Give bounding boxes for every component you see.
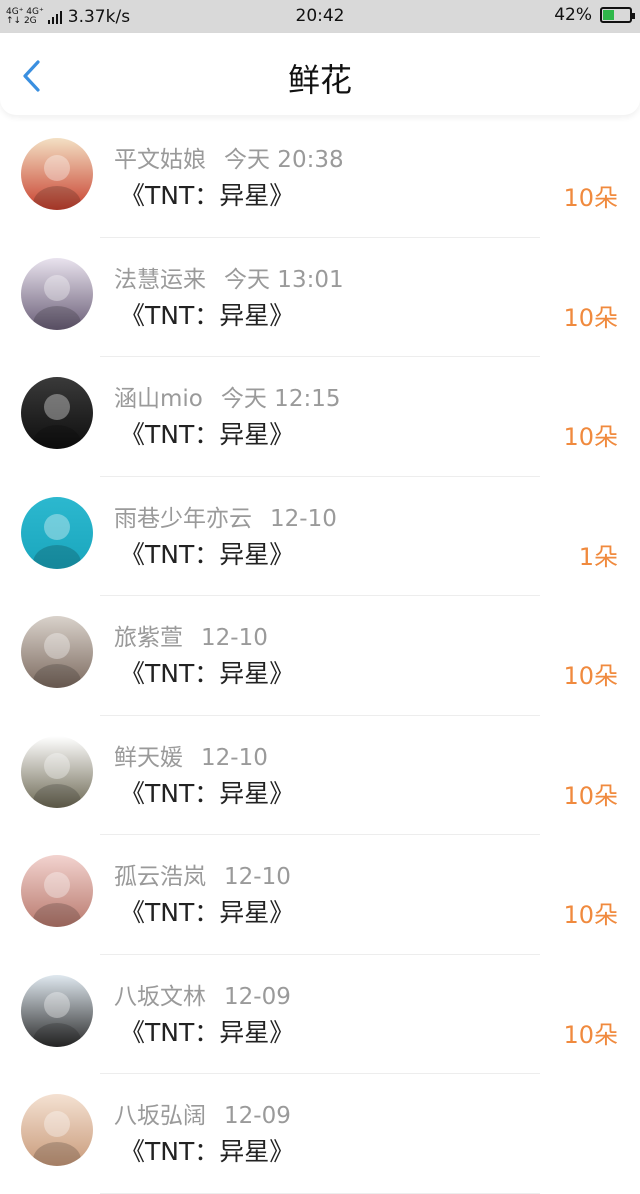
user-name[interactable]: 鲜天媛 xyxy=(114,745,183,771)
list-item[interactable]: 涵山mio 今天 12:15 《TNT：异星》 10朵 xyxy=(0,357,640,477)
avatar[interactable] xyxy=(21,974,93,1047)
timestamp: 今天 20:38 xyxy=(224,147,344,173)
user-name[interactable]: 孤云浩岚 xyxy=(114,864,206,890)
item-header: 旅紫萱 12-10 xyxy=(114,618,268,652)
avatar[interactable] xyxy=(21,138,93,210)
timestamp: 12-10 xyxy=(270,505,337,532)
signal-icon xyxy=(47,10,62,24)
item-header: 鲜天媛 12-10 xyxy=(114,738,268,772)
network-indicator: 4G⁺ 4G⁺ ↑↓ 2G xyxy=(6,7,44,26)
user-name[interactable]: 八坂弘阔 xyxy=(114,1103,206,1129)
timestamp: 12-10 xyxy=(224,864,291,890)
user-name[interactable]: 雨巷少年亦云 xyxy=(114,506,252,532)
flower-count: 10朵 xyxy=(563,303,618,332)
book-title[interactable]: 《TNT：异星》 xyxy=(120,893,294,929)
status-bar: 4G⁺ 4G⁺ ↑↓ 2G 3.37k/s 20:42 42% xyxy=(0,0,640,33)
timestamp: 12-10 xyxy=(201,744,268,771)
network-bottom: ↑↓ 2G xyxy=(6,15,37,26)
book-title[interactable]: 《TNT：异星》 xyxy=(120,1013,294,1049)
timestamp: 12-09 xyxy=(224,983,291,1010)
book-title[interactable]: 《TNT：异星》 xyxy=(120,296,294,332)
item-header: 八坂文林 12-09 xyxy=(114,977,291,1011)
list-item[interactable]: 八坂弘阔 12-09 《TNT：异星》 xyxy=(0,1074,640,1194)
flower-list: 平文姑娘 今天 20:38 《TNT：异星》 10朵 法慧运来 今天 13:01 《… xyxy=(0,118,640,1194)
list-item[interactable]: 八坂文林 12-09 《TNT：异星》 10朵 xyxy=(0,955,640,1074)
list-item[interactable]: 鲜天媛 12-10 《TNT：异星》 10朵 xyxy=(0,716,640,835)
user-name[interactable]: 平文姑娘 xyxy=(114,147,206,173)
user-name[interactable]: 法慧运来 xyxy=(114,267,206,293)
book-title[interactable]: 《TNT：异星》 xyxy=(120,1132,294,1168)
battery-icon xyxy=(600,7,635,23)
avatar[interactable] xyxy=(21,377,93,449)
user-name[interactable]: 八坂文林 xyxy=(114,984,206,1010)
book-title[interactable]: 《TNT：异星》 xyxy=(120,535,294,571)
back-button[interactable] xyxy=(18,59,48,93)
page-title: 鲜花 xyxy=(287,61,352,99)
item-header: 平文姑娘 今天 20:38 xyxy=(114,140,344,174)
timestamp: 今天 13:01 xyxy=(224,266,344,293)
item-header: 法慧运来 今天 13:01 xyxy=(114,260,344,294)
network-speed: 3.37k/s xyxy=(67,6,131,27)
avatar[interactable] xyxy=(21,616,93,688)
book-title[interactable]: 《TNT：异星》 xyxy=(120,176,294,212)
list-item[interactable]: 旅紫萱 12-10 《TNT：异星》 10朵 xyxy=(0,596,640,716)
navigation-bar: 鲜花 xyxy=(0,33,640,115)
back-arrow-icon xyxy=(23,60,40,92)
avatar[interactable] xyxy=(21,735,93,808)
flower-count: 10朵 xyxy=(563,781,618,810)
divider xyxy=(100,1192,540,1194)
avatar[interactable] xyxy=(21,257,93,330)
book-title[interactable]: 《TNT：异星》 xyxy=(120,654,294,690)
flower-count: 10朵 xyxy=(563,1020,618,1049)
item-header: 雨巷少年亦云 12-10 xyxy=(114,499,337,533)
user-name[interactable]: 旅紫萱 xyxy=(114,625,183,651)
item-header: 涵山mio 今天 12:15 xyxy=(114,379,340,413)
flower-count: 10朵 xyxy=(563,423,618,451)
timestamp: 12-10 xyxy=(201,625,268,651)
list-item[interactable]: 法慧运来 今天 13:01 《TNT：异星》 10朵 xyxy=(0,238,640,357)
flower-count: 10朵 xyxy=(563,901,618,929)
item-header: 孤云浩岚 12-10 xyxy=(114,857,291,891)
flower-count: 1朵 xyxy=(578,542,618,571)
flower-count: 10朵 xyxy=(563,184,618,212)
avatar[interactable] xyxy=(21,1094,93,1166)
list-item[interactable]: 平文姑娘 今天 20:38 《TNT：异星》 10朵 xyxy=(0,118,640,238)
user-name[interactable]: 涵山mio xyxy=(114,386,203,412)
book-title[interactable]: 《TNT：异星》 xyxy=(120,774,294,810)
timestamp: 今天 12:15 xyxy=(220,386,341,412)
avatar[interactable] xyxy=(21,496,93,569)
timestamp: 12-09 xyxy=(224,1103,291,1129)
status-left: 4G⁺ 4G⁺ ↑↓ 2G 3.37k/s xyxy=(0,7,130,27)
battery-percent: 42% xyxy=(554,5,592,25)
avatar[interactable] xyxy=(21,855,93,927)
flower-count: 10朵 xyxy=(563,662,618,690)
book-title[interactable]: 《TNT：异星》 xyxy=(120,415,294,451)
status-right: 42% xyxy=(554,5,635,25)
item-header: 八坂弘阔 12-09 xyxy=(114,1096,291,1130)
list-item[interactable]: 雨巷少年亦云 12-10 《TNT：异星》 1朵 xyxy=(0,477,640,596)
list-item[interactable]: 孤云浩岚 12-10 《TNT：异星》 10朵 xyxy=(0,835,640,955)
